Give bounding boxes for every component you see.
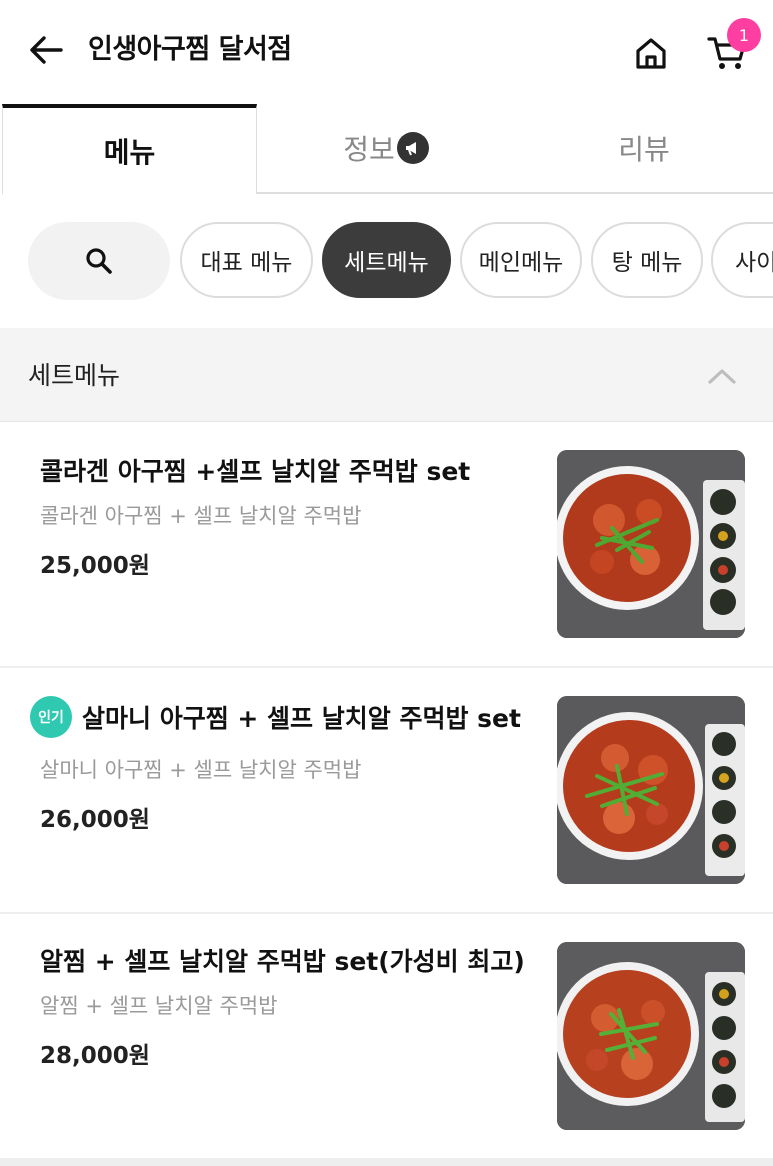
menu-item-name-text: 알찜 + 셀프 날치알 주먹밥 set(가성비 최고)	[40, 947, 525, 976]
search-icon	[86, 248, 112, 274]
tab-review-label: 리뷰	[618, 133, 670, 166]
app-header: 인생아구찜 달서점 1	[0, 0, 773, 104]
cart-count-badge: 1	[727, 18, 761, 52]
arrow-left-icon	[30, 36, 63, 64]
popular-badge: 인기	[30, 696, 72, 738]
menu-item-photo	[557, 696, 745, 884]
tab-menu-label: 메뉴	[103, 136, 156, 169]
menu-item[interactable]: 콜라겐 아구찜 +셀프 날치알 주먹밥 set 콜라겐 아구찜 + 셀프 날치알…	[0, 422, 773, 668]
menu-item-description: 콜라겐 아구찜 + 셀프 날치알 주먹밥	[40, 504, 362, 528]
menu-item-description: 살마니 아구찜 + 셀프 날치알 주먹밥	[40, 758, 362, 782]
section-title: 세트메뉴	[28, 361, 121, 390]
back-button[interactable]	[26, 30, 66, 70]
menu-item[interactable]: 알찜 + 셀프 날치알 주먹밥 set(가성비 최고) 알찜 + 셀프 날치알 …	[0, 914, 773, 1158]
menu-item-price: 25,000원	[40, 553, 150, 579]
tab-info-label: 정보	[343, 133, 395, 166]
menu-item-photo	[557, 450, 745, 638]
store-tabs: 메뉴 정보 리뷰	[0, 104, 773, 194]
category-chip-main[interactable]: 메인메뉴	[460, 222, 582, 298]
menu-search-button[interactable]	[28, 222, 170, 300]
tab-info[interactable]: 정보	[257, 104, 515, 194]
menu-item-name: 인기 살마니 아구찜 + 셀프 날치알 주먹밥 set	[30, 696, 521, 738]
menu-item-name-text: 살마니 아구찜 + 셀프 날치알 주먹밥 set	[82, 704, 521, 733]
category-chip-soup[interactable]: 탕 메뉴	[591, 222, 703, 298]
home-icon	[636, 38, 666, 69]
section-header[interactable]: 세트메뉴	[0, 328, 773, 422]
tab-menu[interactable]: 메뉴	[2, 104, 257, 194]
menu-item-name-text: 콜라겐 아구찜 +셀프 날치알 주먹밥 set	[40, 457, 471, 486]
bottom-divider	[0, 1158, 773, 1166]
menu-item-name: 콜라겐 아구찜 +셀프 날치알 주먹밥 set	[40, 452, 470, 488]
menu-item-price: 26,000원	[40, 807, 150, 833]
menu-item-photo	[557, 942, 745, 1130]
collapse-button[interactable]	[700, 358, 744, 394]
category-chip-side[interactable]: 사이	[711, 222, 773, 298]
menu-item-price: 28,000원	[40, 1043, 150, 1069]
chevron-up-icon	[708, 369, 736, 384]
category-chip-row: 대표 메뉴 세트메뉴 메인메뉴 탕 메뉴 사이	[0, 220, 773, 300]
store-title: 인생아구찜 달서점	[88, 34, 292, 65]
menu-item[interactable]: 인기 살마니 아구찜 + 셀프 날치알 주먹밥 set 살마니 아구찜 + 셀프…	[0, 668, 773, 914]
category-chip-set[interactable]: 세트메뉴	[322, 222, 451, 298]
menu-item-name: 알찜 + 셀프 날치알 주먹밥 set(가성비 최고)	[40, 942, 525, 978]
tab-review[interactable]: 리뷰	[515, 104, 773, 194]
megaphone-icon	[396, 132, 429, 164]
menu-item-description: 알찜 + 셀프 날치알 주먹밥	[40, 994, 278, 1018]
home-button[interactable]	[630, 32, 672, 74]
category-chip-signature[interactable]: 대표 메뉴	[180, 222, 313, 298]
